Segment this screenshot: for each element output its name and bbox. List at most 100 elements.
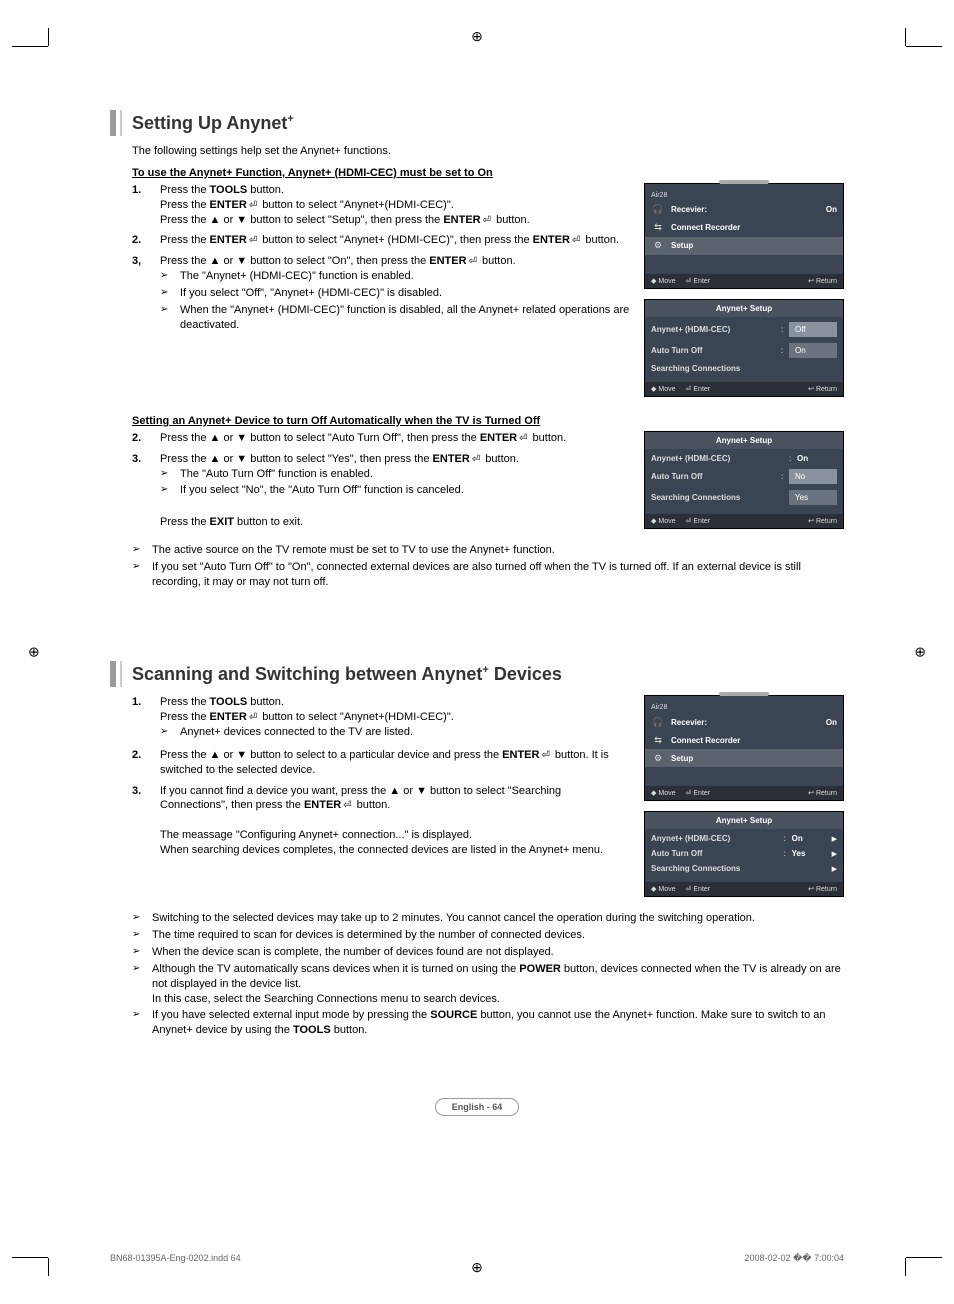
registration-mark-icon: ⊕: [914, 644, 926, 661]
note-text: When the device scan is complete, the nu…: [152, 945, 554, 960]
osd-hint-return: Return: [808, 789, 837, 797]
step-number: 2.: [132, 233, 160, 248]
note-text: If you have selected external input mode…: [152, 1008, 844, 1038]
chevron-right-icon: ▶: [832, 850, 837, 858]
footer-filename: BN68-01395A-Eng-0202.indd 64: [110, 1253, 241, 1264]
note-text: The active source on the TV remote must …: [152, 543, 555, 558]
osd-hint-return: Return: [808, 885, 837, 893]
osd-hint-move: Move: [651, 277, 676, 285]
enter-icon: ⏎: [517, 432, 529, 446]
osd-anynet-menu: Air28 🎧Recevier:On ⇆Connect Recorder ⚙Se…: [644, 695, 844, 801]
step-body: Press the ENTER⏎ button to select "Anyne…: [160, 233, 632, 248]
section-heading-scanning-switching: Scanning and Switching between Anynet+ D…: [110, 661, 844, 687]
swap-icon: ⇆: [651, 221, 665, 235]
step-text: When searching devices completes, the co…: [160, 844, 603, 856]
crop-mark: [906, 1257, 942, 1258]
osd-title: Anynet+ Setup: [645, 812, 843, 829]
step-number: 3.: [132, 784, 160, 858]
gear-icon: ⚙: [651, 751, 665, 765]
step-body: If you cannot find a device you want, pr…: [160, 784, 632, 858]
step-number: 2.: [132, 748, 160, 778]
osd-hint-return: Return: [808, 385, 837, 393]
osd-anynet-setup-off-on: Anynet+ Setup Anynet+ (HDMI-CEC):Off Aut…: [644, 299, 844, 397]
osd-value-on: On: [792, 834, 832, 843]
registration-mark-icon: ⊕: [28, 644, 40, 661]
step-number: 2.: [132, 431, 160, 446]
enter-icon: ⏎: [247, 199, 259, 213]
osd-channel-label: Air28: [651, 190, 837, 201]
step-body: Press the ▲ or ▼ button to select to a p…: [160, 748, 632, 778]
bullet-text: If you select "No", the "Auto Turn Off" …: [180, 483, 464, 498]
enter-icon: ⏎: [539, 749, 551, 763]
step-number: 1.: [132, 695, 160, 742]
superscript-plus: +: [287, 113, 293, 125]
osd-hint-enter: Enter: [686, 789, 711, 797]
section-title-text: Setting Up Anynet: [132, 113, 287, 133]
footer-timestamp: 2008-02-02 �� 7:00:04: [744, 1253, 844, 1264]
gear-icon: ⚙: [651, 239, 665, 253]
headphones-icon: 🎧: [651, 715, 665, 729]
bullet-text: The "Anynet+ (HDMI-CEC)" function is ena…: [180, 269, 414, 284]
step-number: 1.: [132, 183, 160, 228]
crop-mark: [905, 1258, 906, 1276]
osd-hint-enter: Enter: [686, 277, 711, 285]
enter-icon: ⏎: [247, 234, 259, 248]
page-number-badge: English - 64: [110, 1098, 844, 1116]
chevron-right-icon: ▶: [832, 865, 837, 873]
swap-icon: ⇆: [651, 733, 665, 747]
subheading-to-use-anynet: To use the Anynet+ Function, Anynet+ (HD…: [132, 167, 844, 179]
step-number: 3,: [132, 254, 160, 334]
heading-accent-bar: [110, 110, 116, 136]
step-body: Press the ▲ or ▼ button to select "On", …: [160, 254, 632, 334]
step-body: Press the TOOLS button. Press the ENTER⏎…: [160, 695, 632, 742]
step-body: Press the ▲ or ▼ button to select "Auto …: [160, 431, 632, 446]
bullet-text: Anynet+ devices connected to the TV are …: [180, 725, 413, 740]
osd-hint-return: Return: [808, 517, 837, 525]
chevron-right-icon: ▶: [832, 835, 837, 843]
registration-mark-icon: ⊕: [471, 28, 483, 45]
crop-mark: [905, 28, 906, 46]
osd-title: Anynet+ Setup: [645, 300, 843, 317]
section-title-text: Devices: [489, 664, 562, 684]
headphones-icon: 🎧: [651, 203, 665, 217]
step-text: The meassage "Configuring Anynet+ connec…: [160, 829, 472, 841]
osd-value-on: On: [797, 454, 837, 463]
crop-mark: [48, 1258, 49, 1276]
note-text: If you set "Auto Turn Off" to "On", conn…: [152, 560, 844, 590]
step-body: Press the TOOLS button. Press the ENTER⏎…: [160, 183, 632, 228]
osd-anynet-setup-no-yes: Anynet+ Setup Anynet+ (HDMI-CEC):On Auto…: [644, 431, 844, 529]
enter-icon: ⏎: [247, 711, 259, 725]
note-text: The time required to scan for devices is…: [152, 928, 585, 943]
heading-accent-bar: [110, 661, 116, 687]
osd-option-yes: Yes: [789, 490, 837, 505]
osd-hint-return: Return: [808, 277, 837, 285]
enter-icon: ⏎: [467, 255, 479, 269]
page-number-text: English - 64: [435, 1098, 520, 1116]
enter-icon: ⏎: [570, 234, 582, 248]
heading-accent-bar: [120, 110, 122, 136]
osd-anynet-setup-values: Anynet+ Setup Anynet+ (HDMI-CEC):On▶ Aut…: [644, 811, 844, 897]
enter-icon: ⏎: [481, 214, 493, 228]
bullet-text: If you select "Off", "Anynet+ (HDMI-CEC)…: [180, 286, 442, 301]
osd-hint-move: Move: [651, 385, 676, 393]
notes-list: Switching to the selected devices may ta…: [132, 911, 844, 1038]
osd-option-off: Off: [789, 322, 837, 337]
osd-value-yes: Yes: [792, 849, 832, 858]
crop-mark: [906, 46, 942, 47]
crop-mark: [12, 46, 48, 47]
note-text: Switching to the selected devices may ta…: [152, 911, 755, 926]
enter-icon: ⏎: [470, 453, 482, 467]
osd-hint-move: Move: [651, 517, 676, 525]
osd-hint-enter: Enter: [686, 385, 711, 393]
intro-paragraph: The following settings help set the Anyn…: [132, 144, 844, 159]
step-number: 3.: [132, 452, 160, 530]
section-heading-setting-up-anynet: Setting Up Anynet+: [110, 110, 844, 136]
osd-title: Anynet+ Setup: [645, 432, 843, 449]
crop-mark: [12, 1257, 48, 1258]
section-title-text: Scanning and Switching between Anynet: [132, 664, 482, 684]
subheading-auto-off: Setting an Anynet+ Device to turn Off Au…: [132, 415, 844, 427]
osd-option-no: No: [789, 469, 837, 484]
bullet-text: When the "Anynet+ (HDMI-CEC)" function i…: [180, 303, 632, 333]
notes-list: The active source on the TV remote must …: [132, 543, 844, 590]
osd-hint-move: Move: [651, 885, 676, 893]
